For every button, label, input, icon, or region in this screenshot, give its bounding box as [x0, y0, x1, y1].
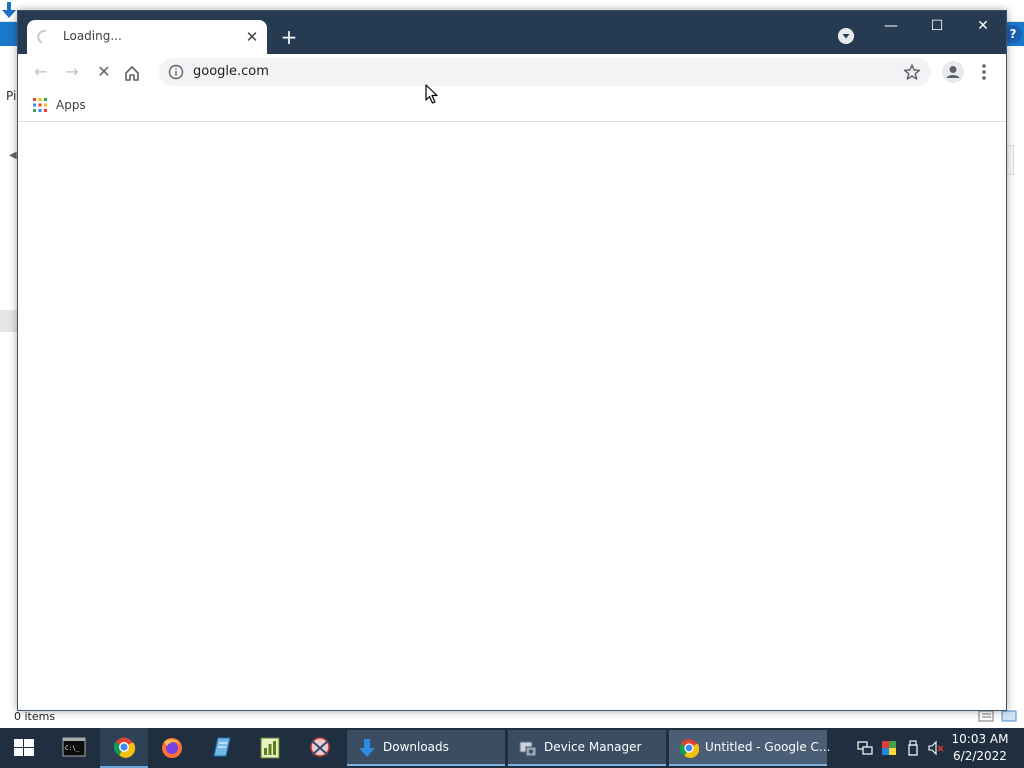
profile-avatar-icon[interactable]: [941, 60, 965, 84]
page-content-area[interactable]: [18, 122, 1006, 710]
new-tab-button[interactable]: +: [277, 25, 301, 49]
minimize-button[interactable]: —: [868, 11, 914, 41]
clock-time: 10:03 AM: [951, 732, 1009, 746]
browser-toolbar: ← → ✕ google.com: [18, 54, 1006, 90]
mouse-cursor-icon: [425, 84, 438, 104]
chevron-left-icon[interactable]: ◀: [9, 150, 17, 161]
back-button[interactable]: ←: [28, 59, 54, 85]
apps-grid-icon[interactable]: [33, 98, 47, 112]
taskbar-task-label: Downloads: [383, 740, 449, 754]
chrome-titlebar[interactable]: Loading... ✕ + — ☐ ✕: [18, 11, 1006, 54]
download-arrow-icon: [2, 2, 16, 18]
chrome-window: Loading... ✕ + — ☐ ✕ ← → ✕ google.com Ap…: [17, 10, 1007, 711]
bookmark-star-icon[interactable]: [903, 63, 921, 81]
maximize-button[interactable]: ☐: [914, 11, 960, 41]
download-arrow-icon: [359, 739, 375, 757]
home-button[interactable]: [123, 64, 141, 82]
bookmarks-bar: Apps: [18, 90, 1006, 122]
close-window-button[interactable]: ✕: [960, 11, 1006, 41]
taskbar-task-label: Device Manager: [544, 740, 642, 754]
chrome-taskbar-icon[interactable]: [100, 728, 148, 768]
taskbar-clock[interactable]: 10:03 AM 6/2/2022: [940, 731, 1020, 765]
chrome-icon: [679, 739, 699, 758]
explorer-status-bar: [0, 708, 1024, 728]
command-prompt-icon[interactable]: C:\_: [50, 728, 98, 768]
windows-taskbar: C:\_ Downloads Device Manager Untitled -…: [0, 728, 1024, 768]
loading-spinner-icon: [37, 29, 46, 43]
stop-button[interactable]: ✕: [91, 59, 117, 85]
tab-title: Loading...: [63, 29, 122, 43]
clock-date: 6/2/2022: [953, 749, 1007, 763]
taskbar-task-downloads[interactable]: Downloads: [347, 730, 505, 766]
browser-tab[interactable]: Loading... ✕: [27, 20, 267, 54]
explorer-left-text: Pi: [6, 89, 17, 103]
view-toggle-icons[interactable]: [978, 710, 1018, 722]
windows-start-icon[interactable]: [0, 728, 48, 768]
usb-device-icon[interactable]: [905, 740, 921, 756]
taskbar-task-device-manager[interactable]: Device Manager: [508, 730, 666, 766]
apps-bookmark-link[interactable]: Apps: [56, 98, 86, 112]
network-icon[interactable]: [857, 740, 873, 756]
info-icon[interactable]: [168, 64, 184, 80]
device-manager-icon: [519, 741, 537, 757]
svg-text:C:\_: C:\_: [65, 745, 80, 752]
tab-close-button[interactable]: ✕: [243, 28, 261, 46]
notepad-icon[interactable]: [197, 728, 245, 768]
display-color-icon[interactable]: [881, 740, 897, 756]
address-bar[interactable]: google.com: [159, 58, 931, 86]
tab-search-dropdown-icon[interactable]: [838, 28, 854, 44]
task-notes-icon[interactable]: [246, 728, 294, 768]
explorer-scrollbar[interactable]: [1006, 145, 1014, 175]
more-menu-icon[interactable]: [974, 60, 994, 84]
explorer-nav-selected-item[interactable]: [0, 310, 17, 332]
taskbar-task-chrome[interactable]: Untitled - Google C...: [669, 730, 831, 766]
explorer-status-text: 0 items: [14, 710, 56, 723]
firefox-icon[interactable]: [148, 728, 196, 768]
taskbar-task-label: Untitled - Google C...: [705, 740, 831, 754]
url-text[interactable]: google.com: [193, 64, 269, 79]
snipping-tool-icon[interactable]: [296, 728, 344, 768]
forward-button[interactable]: →: [59, 59, 85, 85]
